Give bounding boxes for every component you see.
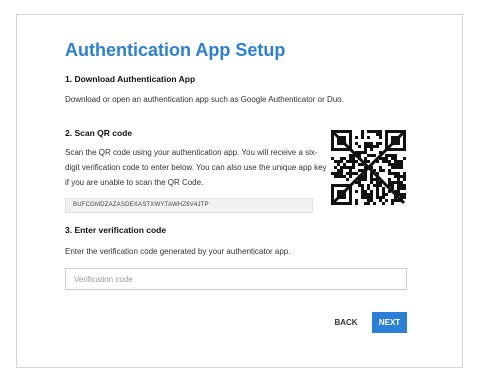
step-2-heading: 2. Scan QR code [65, 128, 133, 138]
back-button[interactable]: BACK [329, 312, 363, 332]
qr-code-icon [331, 130, 406, 205]
app-key-field[interactable]: BUFCGMDZAZASDEXASTXWYTAWHZ6V4JTP [65, 198, 313, 213]
step-3-heading: 3. Enter verification code [65, 225, 167, 235]
step-3-description: Enter the verification code generated by… [65, 247, 291, 256]
page-title: Authentication App Setup [65, 40, 286, 60]
step-2-description: Scan the QR code using your authenticati… [65, 148, 327, 187]
next-button[interactable]: NEXT [372, 312, 407, 333]
step-1-description: Download or open an authentication app s… [65, 95, 344, 104]
verification-code-input[interactable] [65, 268, 407, 290]
step-1-heading: 1. Download Authentication App [65, 74, 196, 84]
